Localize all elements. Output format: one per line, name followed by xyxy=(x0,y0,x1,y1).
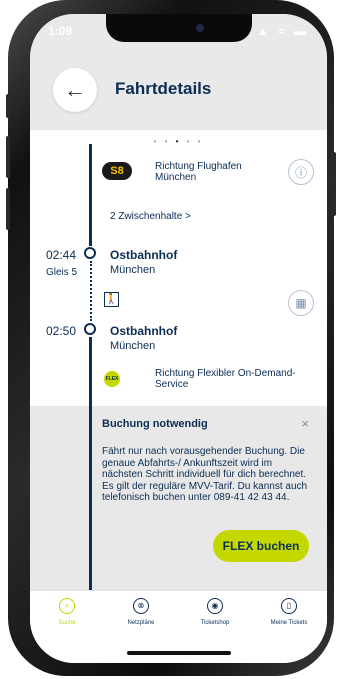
map-icon[interactable]: ▦ xyxy=(288,290,314,316)
tab-my-tickets[interactable]: ▯ Meine Tickets xyxy=(252,598,326,626)
stop2-name: Ostbahnhof xyxy=(110,324,178,338)
close-icon[interactable]: × xyxy=(301,416,309,431)
stop-circle xyxy=(84,323,96,335)
pager-dots-before: • • xyxy=(153,137,176,146)
s8-line-badge: S8 xyxy=(102,162,132,180)
tab-bar: ⌕ Suche ⊗ Netzpläne ◉ Ticketshop ▯ Meine… xyxy=(30,590,327,663)
timeline-line-s8 xyxy=(89,144,92,246)
network-map-icon: ⊗ xyxy=(133,598,149,614)
booking-notice: Buchung notwendig × Fährt nur nach vorau… xyxy=(30,406,327,594)
power-button xyxy=(332,152,336,216)
phone-frame: 1:09 ▲ ≈ ▬ ← Fahrtdetails • • • • • S8 R… xyxy=(6,0,336,676)
camera-icon xyxy=(195,24,204,32)
mute-switch xyxy=(6,94,10,118)
intermediate-stops-link[interactable]: 2 Zwischenhalte > xyxy=(110,211,191,222)
tab-label: Meine Tickets xyxy=(270,620,308,626)
volume-down-button xyxy=(6,188,10,230)
notice-title: Buchung notwendig xyxy=(102,418,208,430)
s8-direction-line1: Richtung Flughafen xyxy=(155,161,242,172)
volume-up-button xyxy=(6,136,10,178)
walking-person-icon: 🚶 xyxy=(104,292,119,307)
tab-label: Netzpläne xyxy=(127,620,155,626)
tab-search[interactable]: ⌕ Suche xyxy=(30,598,104,626)
status-icons: ▲ ≈ ▬ xyxy=(256,24,309,38)
stop1-name: Ostbahnhof xyxy=(110,248,178,262)
flex-line-badge: FLEX xyxy=(104,371,120,387)
phone-ticket-icon: ▯ xyxy=(281,598,297,614)
flex-direction-line1: Richtung Flexibler On-Demand- xyxy=(155,368,296,379)
arrow-left-icon: ← xyxy=(64,77,86,102)
flex-direction-line2: Service xyxy=(155,379,189,390)
stop-circle xyxy=(84,247,96,259)
tab-network-maps[interactable]: ⊗ Netzpläne xyxy=(104,598,178,626)
notch xyxy=(105,14,252,42)
notice-text: Fährt nur nach vorausgehender Buchung. D… xyxy=(102,446,308,503)
app-screen: 1:09 ▲ ≈ ▬ ← Fahrtdetails • • • • • S8 R… xyxy=(30,14,327,663)
map-icon-glyph: ▦ xyxy=(295,296,307,310)
ticket-icon: ◉ xyxy=(207,598,223,614)
trip-details: • • • • • S8 Richtung Flughafen München … xyxy=(30,130,327,594)
stop1-time: 02:44 xyxy=(46,248,77,262)
s8-direction: Richtung Flughafen München xyxy=(155,161,242,183)
pager-dots-after: • • xyxy=(181,137,204,146)
flex-book-button[interactable]: FLEX buchen xyxy=(213,530,309,562)
s8-direction-line2: München xyxy=(155,172,197,183)
walk-connector xyxy=(90,261,92,321)
tab-label: Suche xyxy=(58,620,76,626)
status-time: 1:09 xyxy=(48,24,73,38)
back-button[interactable]: ← xyxy=(53,68,97,112)
stop2-city: München xyxy=(110,340,156,352)
stop1-city: München xyxy=(110,264,156,276)
flex-direction: Richtung Flexibler On-Demand- Service xyxy=(155,368,296,390)
info-icon[interactable]: ⓘ xyxy=(288,159,314,185)
tab-label: Ticketshop xyxy=(200,620,230,626)
stop1-track: Gleis 5 xyxy=(46,267,78,278)
timeline-line-flex-lower xyxy=(89,406,92,590)
tab-ticketshop[interactable]: ◉ Ticketshop xyxy=(178,598,252,626)
search-icon: ⌕ xyxy=(59,598,75,614)
walking-person-glyph: 🚶 xyxy=(105,294,118,305)
home-indicator[interactable] xyxy=(126,651,231,655)
page-title: Fahrtdetails xyxy=(115,79,212,98)
page-indicator: • • • • • xyxy=(30,137,327,146)
stop2-time: 02:50 xyxy=(46,324,77,338)
info-icon-glyph: ⓘ xyxy=(294,165,307,180)
